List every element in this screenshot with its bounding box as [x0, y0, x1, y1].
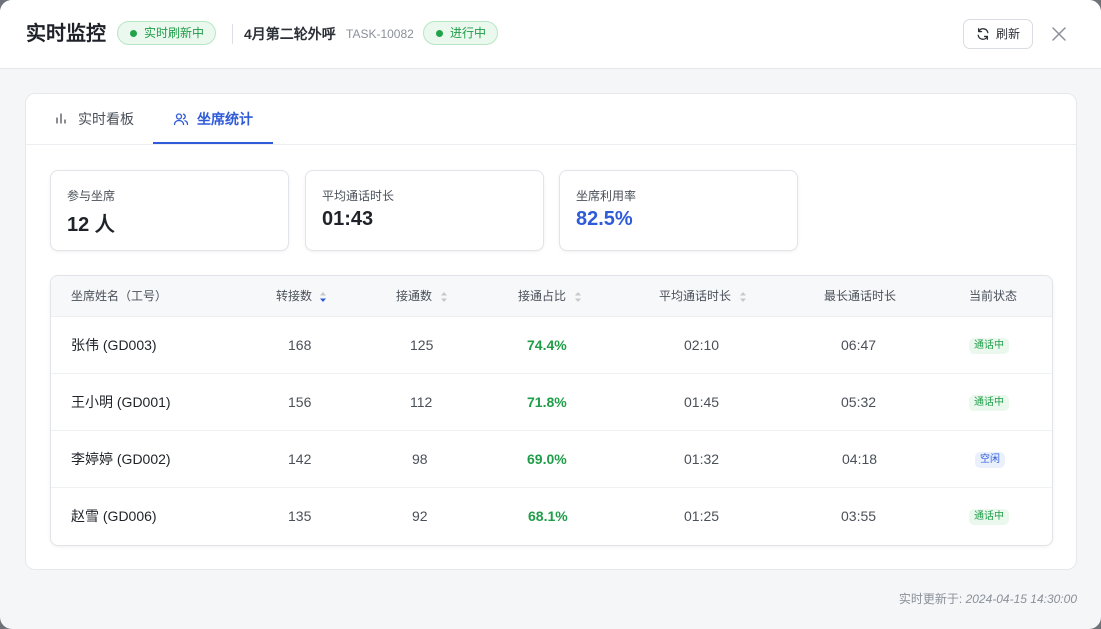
- table-row[interactable]: 赵雪 (GD006) 135 92 68.1% 01:25 03:55 通话中: [51, 488, 1052, 545]
- stat-card-utilization: 坐席利用率 82.5%: [559, 170, 798, 251]
- header-divider: [232, 24, 233, 44]
- sort-icon: [575, 292, 581, 302]
- agent-table: 坐席姓名（工号） 转接数 接通数 接通占比 平均通话时长 最长通话时长 当前状态…: [50, 275, 1053, 546]
- live-refresh-badge: 实时刷新中: [117, 21, 217, 45]
- sort-icon: [740, 292, 746, 302]
- agent-name: 王小明 (GD001): [71, 394, 171, 410]
- live-refresh-label: 实时刷新中: [144, 26, 205, 40]
- stat-card-avg-duration: 平均通话时长 01:43: [305, 170, 544, 251]
- transfers-value: 168: [288, 337, 312, 353]
- task-name: 4月第二轮外呼: [244, 26, 336, 42]
- col-connected-label: 接通数: [396, 289, 433, 303]
- connect-rate-value: 71.8%: [527, 394, 567, 410]
- col-status: 当前状态: [969, 289, 1018, 303]
- task-status-label: 进行中: [450, 26, 487, 40]
- connect-rate-value: 68.1%: [528, 508, 568, 524]
- col-agent-name: 坐席姓名（工号）: [71, 289, 168, 303]
- tab-realtime-board[interactable]: 实时看板: [54, 94, 134, 145]
- tab-realtime-board-label: 实时看板: [78, 111, 134, 127]
- connected-value: 112: [410, 394, 433, 410]
- users-icon: [173, 113, 189, 126]
- active-tab-indicator: [153, 142, 273, 144]
- col-connect-rate[interactable]: 接通占比: [518, 276, 581, 317]
- sort-icon: [441, 292, 447, 302]
- connect-rate-value: 69.0%: [527, 451, 567, 467]
- stat-label: 平均通话时长: [322, 189, 395, 203]
- last-updated-prefix: 实时更新于:: [898, 592, 963, 606]
- sort-desc-icon: [320, 292, 326, 302]
- agent-name: 张伟 (GD003): [71, 337, 157, 353]
- avg-duration-value: 02:10: [684, 337, 720, 353]
- col-transfers[interactable]: 转接数: [276, 276, 326, 317]
- col-transfers-label: 转接数: [276, 289, 313, 303]
- last-updated: 实时更新于: 2024-04-15 14:30:00: [868, 590, 1077, 607]
- max-duration-value: 03:55: [841, 508, 877, 524]
- transfers-value: 135: [288, 508, 312, 524]
- table-row[interactable]: 王小明 (GD001) 156 112 71.8% 01:45 05:32 通话…: [51, 374, 1052, 431]
- avg-duration-value: 01:45: [684, 394, 720, 410]
- close-icon: [1052, 27, 1066, 41]
- col-connected[interactable]: 接通数: [396, 276, 447, 317]
- max-duration-value: 06:47: [841, 337, 877, 353]
- status-dot-icon: [436, 30, 443, 37]
- last-updated-timestamp: 2024-04-15 14:30:00: [965, 592, 1077, 606]
- max-duration-value: 04:18: [842, 451, 878, 467]
- stat-value: 12 人: [67, 214, 115, 236]
- status-badge: 通话中: [969, 509, 1009, 525]
- close-button[interactable]: [1049, 24, 1069, 44]
- tab-agent-stats-label: 坐席统计: [197, 111, 253, 127]
- task-status-badge: 进行中: [423, 21, 499, 45]
- bar-chart-icon: [56, 113, 66, 124]
- transfers-value: 142: [288, 451, 312, 467]
- connected-value: 98: [412, 451, 428, 467]
- avg-duration-value: 01:32: [684, 451, 720, 467]
- task-id: TASK-10082: [346, 27, 414, 41]
- tab-bar: 实时看板 坐席统计: [26, 94, 1076, 145]
- status-badge: 空闲: [975, 452, 1005, 468]
- col-connect-rate-label: 接通占比: [518, 289, 567, 303]
- agent-name: 赵雪 (GD006): [71, 508, 157, 524]
- avg-duration-value: 01:25: [684, 508, 720, 524]
- refresh-icon: [977, 28, 989, 40]
- col-avg-duration-label: 平均通话时长: [659, 289, 732, 303]
- monitor-dialog: 实时监控 实时刷新中 4月第二轮外呼 TASK-10082 进行中 刷新 实时看…: [0, 0, 1101, 629]
- dialog-header: 实时监控 实时刷新中 4月第二轮外呼 TASK-10082 进行中 刷新: [0, 0, 1101, 69]
- connected-value: 92: [412, 508, 428, 524]
- col-max-duration: 最长通话时长: [824, 289, 897, 303]
- table-header: 坐席姓名（工号） 转接数 接通数 接通占比 平均通话时长 最长通话时长 当前状态: [51, 276, 1052, 317]
- col-avg-duration[interactable]: 平均通话时长: [659, 276, 746, 317]
- connected-value: 125: [410, 337, 434, 353]
- agent-name: 李婷婷 (GD002): [71, 451, 171, 467]
- refresh-label: 刷新: [996, 27, 1021, 41]
- refresh-button[interactable]: 刷新: [963, 19, 1033, 49]
- status-badge: 通话中: [969, 338, 1009, 354]
- stat-value: 01:43: [322, 208, 374, 230]
- status-badge: 通话中: [969, 395, 1009, 411]
- transfers-value: 156: [288, 394, 312, 410]
- live-dot-icon: [130, 30, 137, 37]
- table-row[interactable]: 张伟 (GD003) 168 125 74.4% 02:10 06:47 通话中: [51, 317, 1052, 374]
- tab-agent-stats[interactable]: 坐席统计: [153, 94, 273, 145]
- content-card: 实时看板 坐席统计 参与坐席 12 人 平均通话时长 01:43 坐席利用率 8…: [25, 93, 1077, 570]
- stat-label: 参与坐席: [67, 189, 116, 203]
- max-duration-value: 05:32: [841, 394, 877, 410]
- table-row[interactable]: 李婷婷 (GD002) 142 98 69.0% 01:32 04:18 空闲: [51, 431, 1052, 488]
- stat-label: 坐席利用率: [576, 189, 637, 203]
- connect-rate-value: 74.4%: [527, 337, 567, 353]
- stat-card-agents: 参与坐席 12 人: [50, 170, 289, 251]
- page-title: 实时监控: [26, 23, 106, 45]
- stat-value: 82.5%: [576, 208, 633, 230]
